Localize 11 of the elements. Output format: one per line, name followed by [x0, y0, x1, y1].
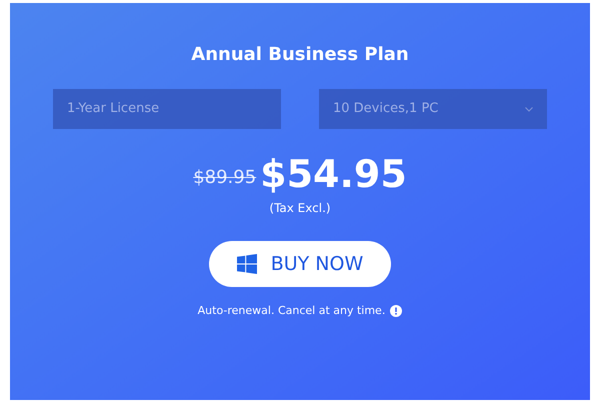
license-field[interactable]: 1-Year License: [53, 89, 281, 129]
price: $54.95: [260, 151, 407, 197]
chevron-down-icon: [525, 106, 533, 112]
buy-now-button[interactable]: BUY NOW: [209, 241, 391, 287]
info-icon[interactable]: [390, 305, 402, 318]
windows-icon: [236, 254, 257, 274]
original-price: $89.95: [193, 166, 256, 190]
renewal-note: Auto-renewal. Cancel at any time.: [198, 303, 386, 319]
plan-title: Annual Business Plan: [191, 43, 409, 67]
devices-dropdown[interactable]: 10 Devices,1 PC: [319, 89, 547, 129]
tax-note: (Tax Excl.): [269, 200, 331, 217]
